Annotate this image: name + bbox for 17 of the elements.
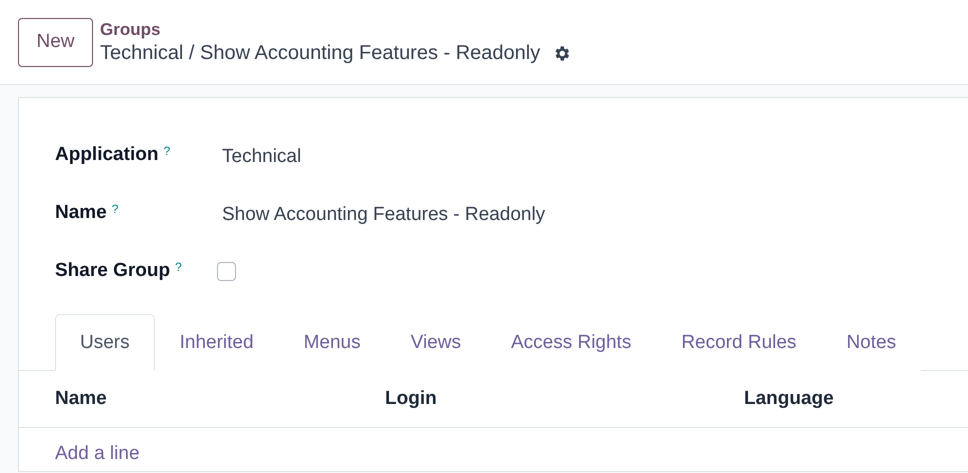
field-value: Technical [222,146,302,168]
column-header: Language [744,388,835,410]
help-tooltip[interactable]: ? [163,144,170,158]
field-label: Share Group [55,260,170,282]
column-header: Login [385,388,438,410]
share-group-checkbox[interactable] [217,262,236,280]
record-title: Technical / Show Accounting Features - Readonly [100,42,540,64]
tab[interactable]: Users [55,314,155,371]
new-button[interactable]: New [18,18,93,66]
column-header: Name [55,388,108,410]
field-label: Name [55,202,107,224]
help-tooltip[interactable]: ? [112,202,118,216]
field-value: Show Accounting Features - Readonly [222,204,546,226]
field-label: Application [55,144,158,166]
breadcrumb-link[interactable]: Groups [100,20,572,40]
add-line-link[interactable]: Add a line [55,443,140,465]
help-tooltip[interactable]: ? [175,260,182,274]
